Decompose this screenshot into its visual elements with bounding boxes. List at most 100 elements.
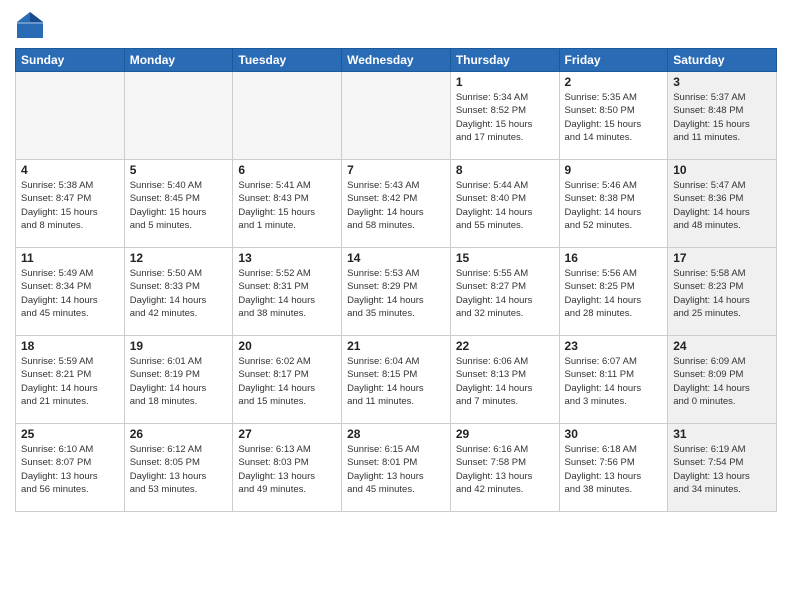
day-detail: Sunrise: 6:06 AM Sunset: 8:13 PM Dayligh… (456, 355, 554, 408)
calendar-cell: 9 Sunrise: 5:46 AM Sunset: 8:38 PM Daylig… (559, 160, 668, 248)
day-detail: Sunrise: 6:09 AM Sunset: 8:09 PM Dayligh… (673, 355, 771, 408)
calendar-table: SundayMondayTuesdayWednesdayThursdayFrid… (15, 48, 777, 512)
day-detail: Sunrise: 6:13 AM Sunset: 8:03 PM Dayligh… (238, 443, 336, 496)
calendar-cell: 17Sunrise: 5:58 AM Sunset: 8:23 PM Dayli… (668, 248, 777, 336)
day-number: 23 (565, 339, 663, 353)
day-number: 8 (456, 163, 554, 177)
weekday-header-friday: Friday (559, 49, 668, 72)
day-detail: Sunrise: 6:18 AM Sunset: 7:56 PM Dayligh… (565, 443, 663, 496)
weekday-header-saturday: Saturday (668, 49, 777, 72)
day-detail: Sunrise: 6:12 AM Sunset: 8:05 PM Dayligh… (130, 443, 228, 496)
day-detail: Sunrise: 5:49 AM Sunset: 8:34 PM Dayligh… (21, 267, 119, 320)
day-number: 5 (130, 163, 228, 177)
day-number: 4 (21, 163, 119, 177)
day-number: 16 (565, 251, 663, 265)
calendar-cell: 27 Sunrise: 6:13 AM Sunset: 8:03 PM Dayli… (233, 424, 342, 512)
calendar-cell: 12 Sunrise: 5:50 AM Sunset: 8:33 PM Dayli… (124, 248, 233, 336)
calendar-cell: 21Sunrise: 6:04 AM Sunset: 8:15 PM Dayli… (342, 336, 451, 424)
day-number: 2 (565, 75, 663, 89)
calendar-cell: 30Sunrise: 6:18 AM Sunset: 7:56 PM Dayli… (559, 424, 668, 512)
calendar-cell: 25 Sunrise: 6:10 AM Sunset: 8:07 PM Dayli… (16, 424, 125, 512)
day-detail: Sunrise: 6:07 AM Sunset: 8:11 PM Dayligh… (565, 355, 663, 408)
day-number: 25 (21, 427, 119, 441)
day-number: 19 (130, 339, 228, 353)
calendar-cell: 20 Sunrise: 6:02 AM Sunset: 8:17 PM Dayli… (233, 336, 342, 424)
day-detail: Sunrise: 6:04 AM Sunset: 8:15 PM Dayligh… (347, 355, 445, 408)
day-detail: Sunrise: 6:02 AM Sunset: 8:17 PM Dayligh… (238, 355, 336, 408)
day-detail: Sunrise: 5:55 AM Sunset: 8:27 PM Dayligh… (456, 267, 554, 320)
day-detail: Sunrise: 6:01 AM Sunset: 8:19 PM Dayligh… (130, 355, 228, 408)
day-number: 3 (673, 75, 771, 89)
day-number: 28 (347, 427, 445, 441)
calendar-cell: 31 Sunrise: 6:19 AM Sunset: 7:54 PM Dayli… (668, 424, 777, 512)
day-number: 13 (238, 251, 336, 265)
calendar-cell: 8Sunrise: 5:44 AM Sunset: 8:40 PM Daylig… (450, 160, 559, 248)
calendar-cell: 26 Sunrise: 6:12 AM Sunset: 8:05 PM Dayli… (124, 424, 233, 512)
day-detail: Sunrise: 6:10 AM Sunset: 8:07 PM Dayligh… (21, 443, 119, 496)
week-row-3: 11 Sunrise: 5:49 AM Sunset: 8:34 PM Dayli… (16, 248, 777, 336)
calendar-cell: 24 Sunrise: 6:09 AM Sunset: 8:09 PM Dayli… (668, 336, 777, 424)
day-detail: Sunrise: 6:15 AM Sunset: 8:01 PM Dayligh… (347, 443, 445, 496)
calendar-cell: 2Sunrise: 5:35 AM Sunset: 8:50 PM Daylig… (559, 72, 668, 160)
day-number: 9 (565, 163, 663, 177)
calendar-cell (16, 72, 125, 160)
calendar-cell: 5 Sunrise: 5:40 AM Sunset: 8:45 PM Daylig… (124, 160, 233, 248)
header (15, 10, 777, 40)
day-number: 7 (347, 163, 445, 177)
calendar-cell: 13 Sunrise: 5:52 AM Sunset: 8:31 PM Dayli… (233, 248, 342, 336)
calendar-cell: 11 Sunrise: 5:49 AM Sunset: 8:34 PM Dayli… (16, 248, 125, 336)
day-detail: Sunrise: 5:52 AM Sunset: 8:31 PM Dayligh… (238, 267, 336, 320)
day-detail: Sunrise: 5:56 AM Sunset: 8:25 PM Dayligh… (565, 267, 663, 320)
day-number: 31 (673, 427, 771, 441)
day-number: 29 (456, 427, 554, 441)
day-number: 17 (673, 251, 771, 265)
logo (15, 10, 49, 40)
weekday-header-monday: Monday (124, 49, 233, 72)
day-number: 20 (238, 339, 336, 353)
calendar-cell: 22 Sunrise: 6:06 AM Sunset: 8:13 PM Dayli… (450, 336, 559, 424)
day-detail: Sunrise: 5:47 AM Sunset: 8:36 PM Dayligh… (673, 179, 771, 232)
day-detail: Sunrise: 5:38 AM Sunset: 8:47 PM Dayligh… (21, 179, 119, 232)
day-detail: Sunrise: 6:16 AM Sunset: 7:58 PM Dayligh… (456, 443, 554, 496)
day-number: 12 (130, 251, 228, 265)
calendar-cell: 19 Sunrise: 6:01 AM Sunset: 8:19 PM Dayli… (124, 336, 233, 424)
day-detail: Sunrise: 5:41 AM Sunset: 8:43 PM Dayligh… (238, 179, 336, 232)
day-number: 11 (21, 251, 119, 265)
week-row-1: 1Sunrise: 5:34 AM Sunset: 8:52 PM Daylig… (16, 72, 777, 160)
day-detail: Sunrise: 5:40 AM Sunset: 8:45 PM Dayligh… (130, 179, 228, 232)
calendar-cell (124, 72, 233, 160)
day-number: 6 (238, 163, 336, 177)
week-row-2: 4 Sunrise: 5:38 AM Sunset: 8:47 PM Daylig… (16, 160, 777, 248)
calendar-cell: 10Sunrise: 5:47 AM Sunset: 8:36 PM Dayli… (668, 160, 777, 248)
logo-icon (15, 10, 45, 40)
calendar-cell: 3Sunrise: 5:37 AM Sunset: 8:48 PM Daylig… (668, 72, 777, 160)
week-row-4: 18Sunrise: 5:59 AM Sunset: 8:21 PM Dayli… (16, 336, 777, 424)
weekday-header-sunday: Sunday (16, 49, 125, 72)
calendar-cell: 4 Sunrise: 5:38 AM Sunset: 8:47 PM Daylig… (16, 160, 125, 248)
calendar-cell: 14Sunrise: 5:53 AM Sunset: 8:29 PM Dayli… (342, 248, 451, 336)
day-number: 22 (456, 339, 554, 353)
calendar-cell: 29 Sunrise: 6:16 AM Sunset: 7:58 PM Dayli… (450, 424, 559, 512)
day-number: 1 (456, 75, 554, 89)
day-number: 26 (130, 427, 228, 441)
calendar-cell (342, 72, 451, 160)
week-row-5: 25 Sunrise: 6:10 AM Sunset: 8:07 PM Dayli… (16, 424, 777, 512)
day-detail: Sunrise: 5:43 AM Sunset: 8:42 PM Dayligh… (347, 179, 445, 232)
day-detail: Sunrise: 5:50 AM Sunset: 8:33 PM Dayligh… (130, 267, 228, 320)
calendar-cell: 7 Sunrise: 5:43 AM Sunset: 8:42 PM Daylig… (342, 160, 451, 248)
day-detail: Sunrise: 5:46 AM Sunset: 8:38 PM Dayligh… (565, 179, 663, 232)
calendar-cell (233, 72, 342, 160)
day-number: 24 (673, 339, 771, 353)
day-number: 27 (238, 427, 336, 441)
weekday-header-thursday: Thursday (450, 49, 559, 72)
day-detail: Sunrise: 6:19 AM Sunset: 7:54 PM Dayligh… (673, 443, 771, 496)
day-number: 14 (347, 251, 445, 265)
day-number: 15 (456, 251, 554, 265)
calendar-cell: 6 Sunrise: 5:41 AM Sunset: 8:43 PM Daylig… (233, 160, 342, 248)
weekday-header-tuesday: Tuesday (233, 49, 342, 72)
calendar-cell: 23 Sunrise: 6:07 AM Sunset: 8:11 PM Dayli… (559, 336, 668, 424)
calendar-cell: 1Sunrise: 5:34 AM Sunset: 8:52 PM Daylig… (450, 72, 559, 160)
day-number: 18 (21, 339, 119, 353)
weekday-header-wednesday: Wednesday (342, 49, 451, 72)
calendar-cell: 28 Sunrise: 6:15 AM Sunset: 8:01 PM Dayli… (342, 424, 451, 512)
